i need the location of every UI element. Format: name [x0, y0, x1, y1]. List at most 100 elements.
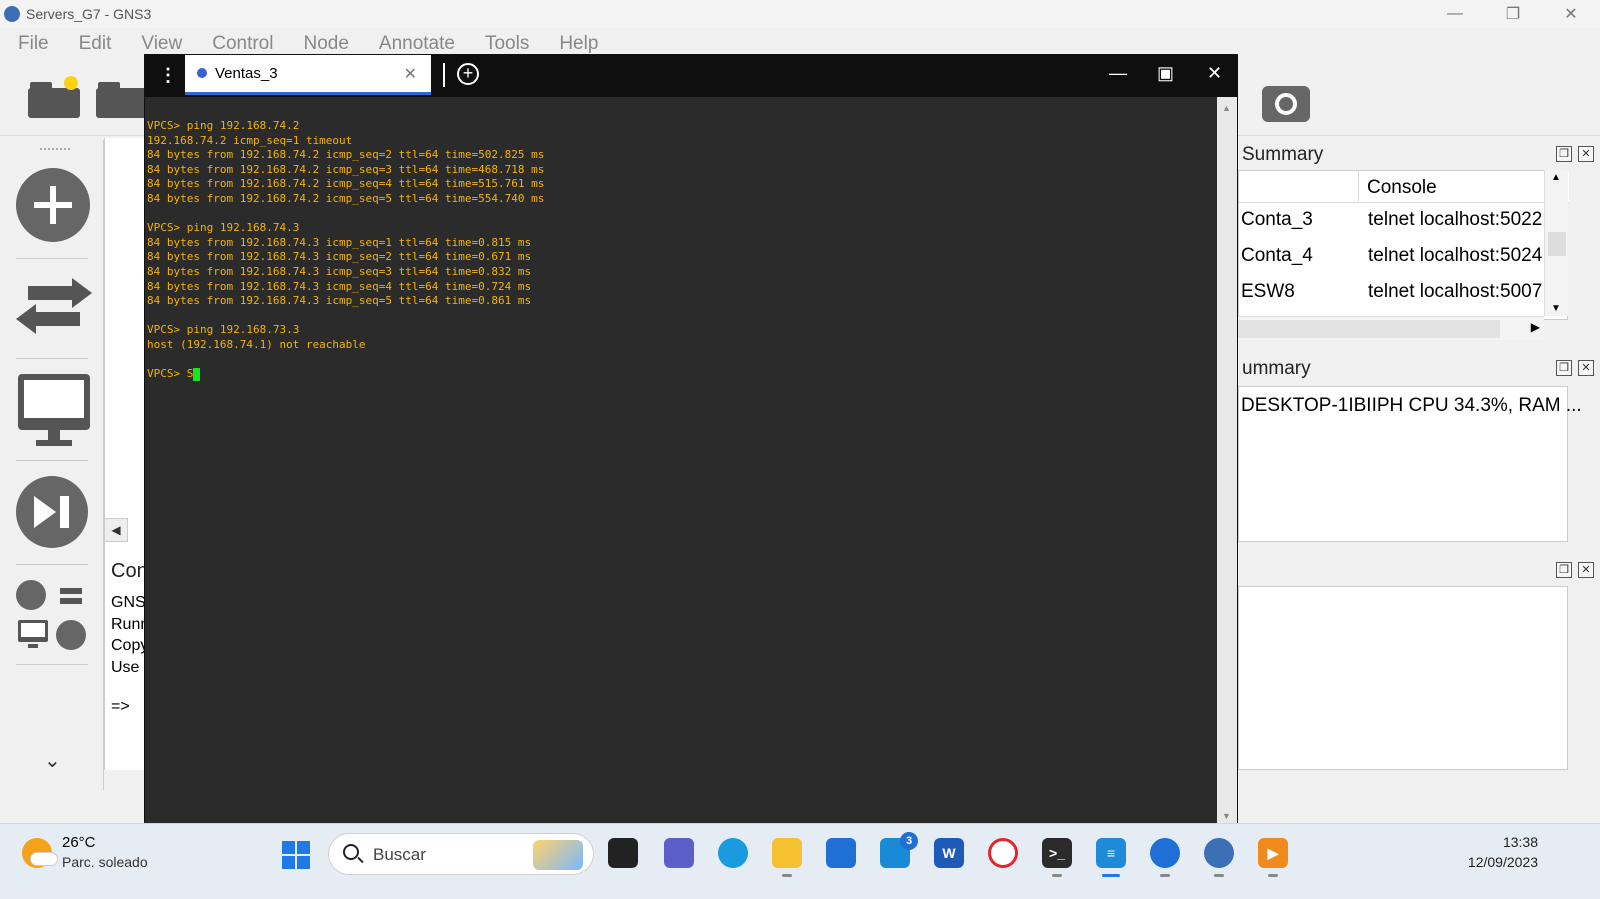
all-end-devices-mini-icon[interactable]	[18, 620, 50, 650]
search-placeholder: Buscar	[373, 845, 426, 864]
terminal-app-icon[interactable]: >_	[1042, 838, 1072, 868]
close-panel-icon[interactable]: ✕	[1578, 360, 1594, 376]
file-explorer-icon[interactable]	[772, 838, 802, 868]
open-project-icon[interactable]	[96, 80, 148, 118]
console-title: Con	[111, 560, 148, 582]
running-indicator	[782, 874, 792, 877]
terminal-line: VPCS> ping 192.168.74.3	[147, 221, 300, 235]
terminal-tab[interactable]: Ventas_3 ✕	[185, 55, 431, 95]
task-view-icon[interactable]	[608, 838, 638, 868]
scroll-left-icon[interactable]: ◀	[104, 518, 128, 542]
scroll-right-icon[interactable]: ▶	[1531, 320, 1540, 334]
column-console-header[interactable]: Console	[1367, 177, 1437, 199]
table-row[interactable]: Conta_4 telnet localhost:5024	[1239, 241, 1569, 277]
gns3-taskbar-icon[interactable]	[1204, 838, 1234, 868]
all-switches-mini-icon[interactable]	[56, 582, 88, 612]
terminal-typed-text: S	[186, 367, 194, 381]
screenshot-camera-icon[interactable]	[1262, 78, 1310, 122]
dock-grip[interactable]	[40, 148, 70, 150]
terminal-close-button[interactable]: ✕	[1207, 63, 1222, 84]
running-indicator	[1214, 874, 1224, 877]
start-windows-icon[interactable]	[282, 841, 310, 869]
switch-icon[interactable]	[16, 276, 92, 338]
opera-browser-icon[interactable]	[988, 838, 1018, 868]
terminal-scrollbar[interactable]: ▲ ▼	[1217, 97, 1237, 823]
router-icon[interactable]	[16, 168, 90, 242]
table-header: Console	[1239, 171, 1569, 203]
console-prompt[interactable]: =>	[111, 698, 130, 716]
terminal-maximize-button[interactable]: ▣	[1157, 63, 1174, 84]
close-panel-icon[interactable]: ✕	[1578, 562, 1594, 578]
running-indicator	[1052, 874, 1062, 877]
table-row[interactable]: Conta_3 telnet localhost:5022	[1239, 205, 1569, 241]
teams-chat-icon[interactable]	[664, 838, 694, 868]
chevron-down-icon[interactable]: ⌄	[44, 748, 61, 773]
horizontal-scrollbar[interactable]: ▶	[1238, 316, 1544, 340]
node-console: telnet localhost:5022	[1368, 209, 1543, 230]
menu-file[interactable]: File	[0, 30, 61, 58]
terminal-line: 84 bytes from 192.168.74.3 icmp_seq=1 tt…	[147, 235, 532, 249]
mail-icon[interactable]: 3	[880, 832, 918, 868]
minimize-button[interactable]: —	[1426, 0, 1484, 28]
scroll-up-icon[interactable]: ▲	[1222, 103, 1231, 113]
bottom-panel-controls: ❐ ✕	[1556, 562, 1594, 578]
security-device-icon[interactable]	[16, 476, 88, 548]
secure-app-icon[interactable]	[1150, 838, 1180, 868]
vmware-icon[interactable]: ▶	[1258, 838, 1288, 868]
close-button[interactable]: ✕	[1542, 0, 1600, 28]
mail-badge: 3	[900, 832, 918, 850]
restore-button[interactable]: ❐	[1484, 0, 1542, 28]
all-routers-mini-icon[interactable]	[16, 580, 46, 610]
weather-temperature[interactable]: 26°C	[62, 834, 96, 851]
running-indicator	[1160, 874, 1170, 877]
new-project-icon[interactable]	[28, 76, 80, 118]
vertical-scrollbar[interactable]: ▲ ▼	[1544, 170, 1568, 316]
new-tab-icon[interactable]: +	[457, 63, 479, 85]
terminal-title-bar: ⋮ Ventas_3 ✕ + — ▣ ✕	[145, 55, 1237, 97]
node-console: telnet localhost:5024	[1368, 245, 1543, 266]
terminal-line: 84 bytes from 192.168.74.2 icmp_seq=3 tt…	[147, 162, 545, 176]
end-device-icon[interactable]	[18, 374, 90, 450]
node-name: Conta_3	[1241, 209, 1313, 230]
terminal-line: 84 bytes from 192.168.74.3 icmp_seq=5 tt…	[147, 294, 532, 308]
float-panel-icon[interactable]: ❐	[1556, 146, 1572, 162]
dock-divider	[16, 258, 88, 259]
menu-edit[interactable]: Edit	[61, 30, 124, 58]
close-tab-icon[interactable]: ✕	[404, 64, 417, 84]
table-row[interactable]: ESW8 telnet localhost:5007	[1239, 277, 1569, 313]
topology-summary-title: Summary	[1242, 144, 1324, 165]
weather-description[interactable]: Parc. soleado	[62, 854, 148, 870]
bottom-right-panel	[1238, 586, 1568, 770]
clock-date[interactable]: 12/09/2023	[1468, 854, 1538, 870]
float-panel-icon[interactable]: ❐	[1556, 360, 1572, 376]
node-name: Conta_4	[1241, 245, 1313, 266]
all-security-mini-icon[interactable]	[56, 620, 86, 650]
node-name: ESW8	[1241, 281, 1295, 302]
topology-summary-table: Console Conta_3 telnet localhost:5022 Co…	[1238, 170, 1569, 320]
more-options-icon[interactable]: ⋮	[159, 65, 177, 86]
close-panel-icon[interactable]: ✕	[1578, 146, 1594, 162]
clock-time[interactable]: 13:38	[1503, 834, 1538, 850]
float-panel-icon[interactable]: ❐	[1556, 562, 1572, 578]
edge-browser-icon[interactable]	[718, 838, 748, 868]
microsoft-store-icon[interactable]	[826, 838, 856, 868]
gns3-app-icon	[4, 6, 20, 22]
terminal-input-line[interactable]: VPCS> S	[147, 367, 1215, 382]
terminal-prompt: VPCS>	[147, 367, 187, 381]
terminal-line: host (192.168.74.1) not reachable	[147, 337, 366, 351]
word-icon[interactable]: W	[934, 838, 964, 868]
terminal-window: ⋮ Ventas_3 ✕ + — ▣ ✕ VPCS> ping 192.168.…	[144, 54, 1238, 824]
taskbar-search[interactable]: Buscar	[328, 833, 594, 875]
notepad-icon[interactable]: ≡	[1096, 838, 1126, 868]
server-entry[interactable]: DESKTOP-1IBIIPH CPU 34.3%, RAM ...	[1241, 395, 1582, 417]
terminal-output[interactable]: VPCS> ping 192.168.74.2 192.168.74.2 icm…	[145, 97, 1217, 823]
dock-divider	[16, 564, 88, 565]
terminal-minimize-button[interactable]: —	[1109, 63, 1127, 84]
scroll-down-icon[interactable]: ▼	[1222, 811, 1231, 821]
dock-divider	[16, 664, 88, 665]
running-indicator	[1268, 874, 1278, 877]
search-highlight-icon	[533, 840, 583, 870]
terminal-line: 84 bytes from 192.168.74.2 icmp_seq=5 tt…	[147, 191, 545, 205]
